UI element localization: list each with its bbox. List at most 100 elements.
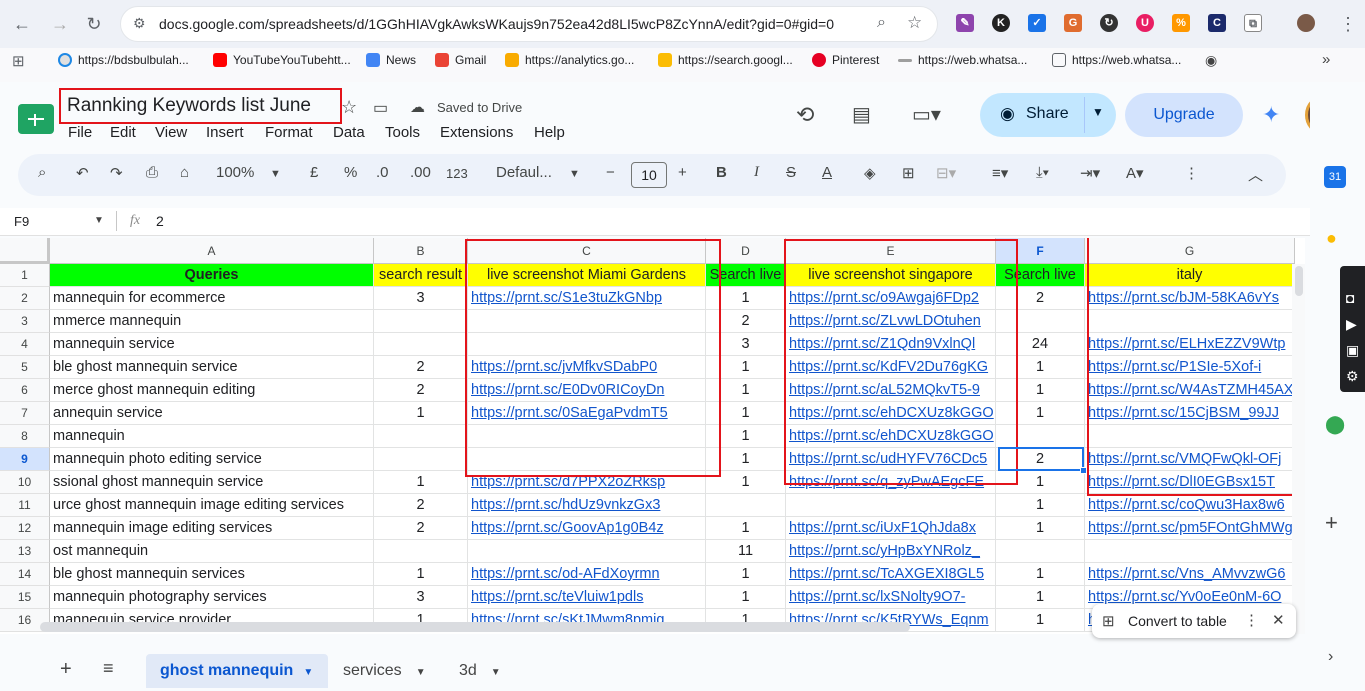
- cell-a15[interactable]: mannequin photography services: [50, 586, 374, 609]
- cell-b14[interactable]: 1: [374, 563, 468, 586]
- row-header-8[interactable]: 8: [0, 425, 50, 448]
- get-addons-icon[interactable]: +: [1325, 510, 1338, 536]
- cell-f15[interactable]: 1: [996, 586, 1085, 609]
- cell-a10[interactable]: ssional ghost mannequin service: [50, 471, 374, 494]
- cell-g11[interactable]: https://prnt.sc/coQwu3Hax8w6: [1085, 494, 1295, 517]
- cell-e12[interactable]: https://prnt.sc/iUxF1QhJda8x: [786, 517, 996, 540]
- bookmark-star-icon[interactable]: ☆: [907, 13, 922, 33]
- cell-a11[interactable]: urce ghost mannequin image editing servi…: [50, 494, 374, 517]
- cell-b9[interactable]: [374, 448, 468, 471]
- cell-a2[interactable]: mannequin for ecommerce: [50, 287, 374, 310]
- currency-format[interactable]: £: [310, 164, 318, 181]
- cell-b12[interactable]: 2: [374, 517, 468, 540]
- formula-input[interactable]: 2: [156, 213, 164, 229]
- row-header-9[interactable]: 9: [0, 448, 50, 471]
- row-header-13[interactable]: 13: [0, 540, 50, 563]
- row-header-11[interactable]: 11: [0, 494, 50, 517]
- site-info-icon[interactable]: ⚙: [133, 15, 146, 32]
- cell-a7[interactable]: annequin service: [50, 402, 374, 425]
- cell-a3[interactable]: mmerce mannequin: [50, 310, 374, 333]
- camera-icon[interactable]: ◘: [1346, 290, 1354, 306]
- menu-help[interactable]: Help: [534, 124, 565, 141]
- video-icon[interactable]: ▶: [1346, 316, 1357, 333]
- bookmark-item[interactable]: https://web.whatsa...: [1052, 53, 1181, 67]
- extensions-puzzle-icon[interactable]: ⧉: [1244, 14, 1262, 32]
- maps-icon[interactable]: ⬤: [1325, 414, 1345, 435]
- convert-to-table-chip[interactable]: ⊞ Convert to table ⋮ ✕: [1092, 604, 1296, 638]
- cell-c12[interactable]: https://prnt.sc/GoovAp1g0B4z: [468, 517, 706, 540]
- cell-d13[interactable]: 11: [706, 540, 786, 563]
- cell-b6[interactable]: 2: [374, 379, 468, 402]
- cell-f13[interactable]: [996, 540, 1085, 563]
- row-header-1[interactable]: 1: [0, 264, 50, 287]
- italic-button[interactable]: I: [754, 164, 759, 181]
- sheet-tab-active[interactable]: ghost mannequin ▼: [146, 654, 328, 688]
- row-header-10[interactable]: 10: [0, 471, 50, 494]
- bookmark-item[interactable]: News: [366, 53, 416, 67]
- cell-a8[interactable]: mannequin: [50, 425, 374, 448]
- cell-c15[interactable]: https://prnt.sc/teVluiw1pdls: [468, 586, 706, 609]
- screen-icon[interactable]: ▣: [1346, 342, 1359, 359]
- cell-a4[interactable]: mannequin service: [50, 333, 374, 356]
- extension-seo-icon[interactable]: %: [1172, 14, 1190, 32]
- cell-b15[interactable]: 3: [374, 586, 468, 609]
- row-header-15[interactable]: 15: [0, 586, 50, 609]
- fill-color-icon[interactable]: ◈: [864, 164, 876, 182]
- cell-a5[interactable]: ble ghost mannequin service: [50, 356, 374, 379]
- text-rotation-icon[interactable]: A▾: [1126, 164, 1144, 182]
- paint-format-icon[interactable]: ⌂: [180, 164, 189, 181]
- cell-b13[interactable]: [374, 540, 468, 563]
- cell-g14[interactable]: https://prnt.sc/Vns_AMvvzwG6: [1085, 563, 1295, 586]
- bookmark-item[interactable]: Pinterest: [812, 53, 879, 67]
- cell-a13[interactable]: ost mannequin: [50, 540, 374, 563]
- menu-file[interactable]: File: [68, 124, 92, 141]
- expand-panel-icon[interactable]: ›: [1328, 648, 1333, 666]
- cell-a6[interactable]: merce ghost mannequin editing: [50, 379, 374, 402]
- font-size-decrease-icon[interactable]: −: [606, 164, 615, 181]
- cell-c11[interactable]: https://prnt.sc/hdUz9vnkzGx3: [468, 494, 706, 517]
- profile-icon[interactable]: [1297, 14, 1315, 32]
- name-box[interactable]: F9: [14, 214, 29, 229]
- star-icon[interactable]: ☆: [341, 97, 357, 118]
- more-bookmarks-icon[interactable]: »: [1322, 51, 1330, 68]
- forward-icon[interactable]: →: [48, 12, 72, 36]
- cell-g12[interactable]: https://prnt.sc/pm5FOntGhMWg: [1085, 517, 1295, 540]
- row-header-5[interactable]: 5: [0, 356, 50, 379]
- vertical-scrollbar[interactable]: [1292, 264, 1305, 634]
- zoom-icon[interactable]: ⌕: [877, 14, 886, 32]
- column-header-b[interactable]: B: [374, 238, 468, 264]
- menu-tools[interactable]: Tools: [385, 124, 420, 141]
- row-header-4[interactable]: 4: [0, 333, 50, 356]
- extension-g-icon[interactable]: G: [1064, 14, 1082, 32]
- font-select[interactable]: Defaul...: [496, 164, 552, 181]
- active-cell-selection[interactable]: [998, 447, 1084, 471]
- bookmark-item[interactable]: Gmail: [435, 53, 486, 67]
- cell-c14[interactable]: https://prnt.sc/od-AFdXoyrmn: [468, 563, 706, 586]
- row-header-7[interactable]: 7: [0, 402, 50, 425]
- cell-f12[interactable]: 1: [996, 517, 1085, 540]
- cell-b1[interactable]: search result: [374, 264, 468, 287]
- move-folder-icon[interactable]: ▭: [373, 98, 388, 118]
- select-all-corner[interactable]: [0, 238, 50, 264]
- gemini-sparkle-icon[interactable]: ✦: [1262, 102, 1280, 128]
- cell-b3[interactable]: [374, 310, 468, 333]
- cell-a12[interactable]: mannequin image editing services: [50, 517, 374, 540]
- cell-f14[interactable]: 1: [996, 563, 1085, 586]
- cell-g13[interactable]: [1085, 540, 1295, 563]
- row-header-3[interactable]: 3: [0, 310, 50, 333]
- bookmark-item[interactable]: https://analytics.go...: [505, 53, 634, 67]
- cell-d14[interactable]: 1: [706, 563, 786, 586]
- bookmark-item[interactable]: https://web.whatsa...: [898, 53, 1027, 67]
- sheet-tab-dropdown-icon[interactable]: ▼: [491, 667, 501, 678]
- cell-e15[interactable]: https://prnt.sc/lxSNolty9O7-: [786, 586, 996, 609]
- extension-pen-icon[interactable]: ✎: [956, 14, 974, 32]
- cell-e14[interactable]: https://prnt.sc/TcAXGEXI8GL5: [786, 563, 996, 586]
- extension-check-icon[interactable]: ✓: [1028, 14, 1046, 32]
- convert-label[interactable]: Convert to table: [1128, 613, 1227, 629]
- sheet-tab-dropdown-icon[interactable]: ▼: [416, 667, 426, 678]
- horizontal-align-icon[interactable]: ≡▾: [992, 164, 1008, 182]
- cell-d15[interactable]: 1: [706, 586, 786, 609]
- text-color-icon[interactable]: A: [822, 164, 832, 181]
- cell-b8[interactable]: [374, 425, 468, 448]
- row-header-2[interactable]: 2: [0, 287, 50, 310]
